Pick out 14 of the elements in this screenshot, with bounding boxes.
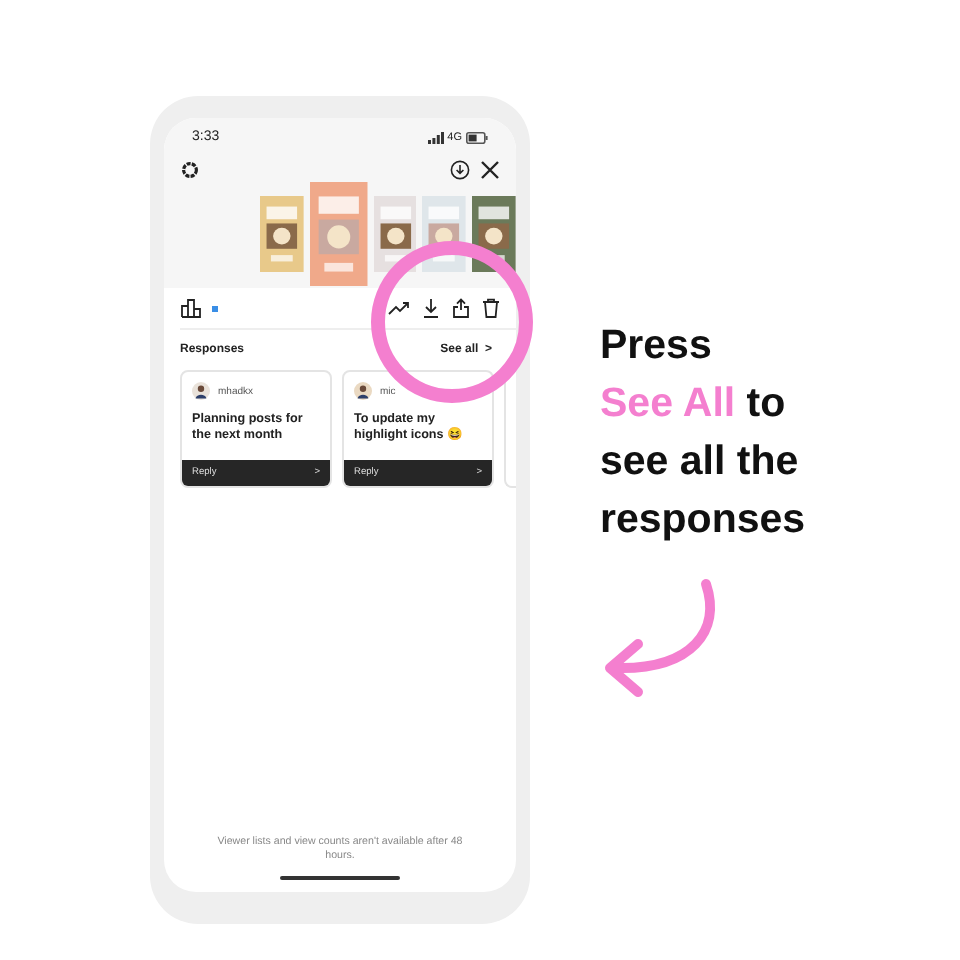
avatar-icon: [354, 382, 372, 400]
home-indicator: [280, 876, 400, 880]
signal-icon: [427, 131, 444, 143]
trash-icon[interactable]: [482, 298, 500, 318]
settings-icon[interactable]: [180, 160, 200, 180]
download-icon[interactable]: [450, 160, 470, 180]
battery-icon: [466, 131, 488, 143]
bar-chart-icon[interactable]: [180, 298, 202, 318]
close-icon[interactable]: [480, 160, 500, 180]
share-icon[interactable]: [452, 298, 470, 318]
instruction-text: Press See All to see all the responses: [600, 320, 806, 546]
avatar-icon: [192, 382, 210, 400]
trend-icon[interactable]: [388, 300, 410, 316]
download-icon[interactable]: [422, 298, 440, 318]
